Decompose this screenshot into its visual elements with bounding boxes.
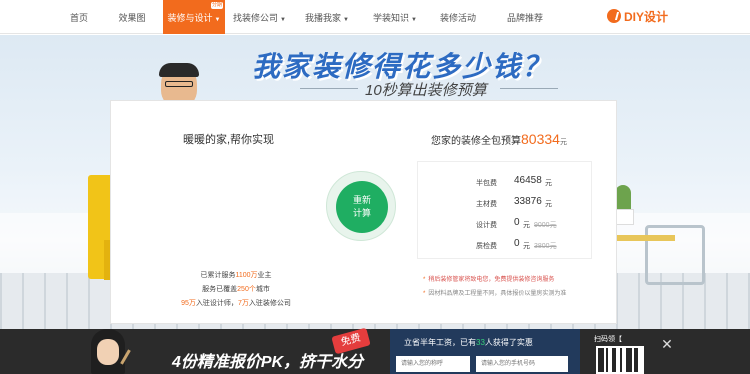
stat-text: 入驻装修公司 [248, 300, 291, 307]
subtitle-line-right [500, 88, 558, 89]
breakdown-value: 0 [514, 217, 520, 228]
nav-item-brands[interactable]: 品牌推荐 [505, 0, 545, 34]
quote-form: 立省半年工资，已有33人获得了实惠 [390, 329, 580, 374]
qr-label: 扫码领【 [594, 336, 622, 343]
breakdown-label: 质检费 [476, 243, 497, 250]
calculator-left-title: 暖暖的家,帮你实现 [183, 134, 275, 146]
nav-item-label: 找装修公司 [233, 13, 279, 23]
form-title-text: 立省半年工资，已有 [404, 338, 476, 347]
stat-text: 入驻设计师， [195, 300, 238, 307]
budget-calculator-card: 暖暖的家,帮你实现 重新 计算 已累计服务1100万业主 服务已覆盖250个城市… [110, 100, 617, 324]
stat-text: 已累计服务 [200, 272, 236, 279]
nav-item-find-company[interactable]: 找装修公司 ▼ [232, 0, 287, 34]
total-budget: 您家的装修全包预算80334元 [431, 131, 567, 147]
nav-item-knowledge[interactable]: 学装知识 ▼ [370, 0, 420, 34]
qr-code [596, 346, 644, 374]
form-title-count: 33 [476, 338, 485, 347]
breakdown-unit: 元 [523, 243, 530, 250]
nav-item-home[interactable]: 首页 [62, 0, 96, 34]
recalculate-label-line2: 计算 [352, 208, 371, 218]
total-budget-label: 您家的装修全包预算 [431, 136, 521, 147]
stat-served-users: 已累计服务1100万业主 [111, 270, 361, 280]
breakdown-unit: 元 [523, 222, 530, 229]
nav-item-label: 品牌推荐 [506, 13, 543, 23]
recalculate-label-line1: 重新 [352, 195, 371, 205]
form-title-text: 人获得了实惠 [484, 338, 533, 347]
note-text: 因材料品牌及工程量不同，具体报价以量房实测为准 [428, 291, 567, 297]
bullet-icon: * [423, 291, 426, 297]
diy-logo-icon [607, 9, 621, 23]
table-illustration [615, 235, 675, 241]
nav-item-label: 首页 [69, 13, 88, 23]
subtitle-line-left [300, 88, 358, 89]
stat-highlight: 7万 [237, 300, 249, 307]
breakdown-label: 半包费 [476, 180, 497, 187]
bullet-icon: * [423, 277, 426, 283]
hero-banner: 我家装修得花多少钱？ 10秒算出装修预算 暖暖的家,帮你实现 重新 计算 已累计… [0, 35, 750, 329]
face-shape [97, 339, 119, 365]
chevron-down-icon: ▼ [343, 17, 349, 23]
total-budget-unit: 元 [559, 139, 567, 146]
diy-label: DIY设计 [624, 10, 669, 24]
breakdown-row-design: 设计费 0 元 9000元 [418, 214, 593, 234]
nav-item-label: 效果图 [118, 13, 146, 23]
nav-item-gallery[interactable]: 效果图 [112, 0, 152, 34]
breakdown-row-inspection: 质检费 0 元 3800元 [418, 235, 593, 255]
chevron-down-icon: ▼ [411, 17, 417, 23]
nav-badge: 分期 [210, 2, 223, 9]
total-budget-value: 80334 [521, 131, 560, 147]
close-icon[interactable]: ✕ [660, 337, 674, 351]
pricing-note: * 因材料品牌及工程量不同，具体报价以量房实测为准 [423, 288, 566, 297]
breakdown-row-half-package: 半包费 46458 元 [418, 172, 593, 192]
breakdown-value: 0 [514, 238, 520, 249]
nav-item-my-home[interactable]: 我播我家 ▼ [302, 0, 352, 34]
phone-input[interactable] [476, 356, 568, 372]
breakdown-original-price: 3800元 [534, 243, 557, 250]
stat-cities: 服务已覆盖250个城市 [111, 284, 361, 294]
nav-item-decoration-design[interactable]: 装修与设计 ▼ 分期 [163, 0, 225, 34]
stat-highlight: 95万 [181, 300, 196, 307]
cactus-illustration [615, 185, 631, 211]
chevron-down-icon: ▼ [214, 17, 221, 23]
stat-highlight: 1100万 [235, 272, 258, 279]
hero-subtitle: 10秒算出装修预算 [365, 82, 487, 99]
nav-item-label: 装修与设计 [167, 13, 213, 23]
breakdown-unit: 元 [545, 201, 552, 208]
breakdown-label: 设计费 [476, 222, 497, 229]
stat-designers: 95万入驻设计师，7万入驻装修公司 [111, 298, 361, 308]
nav-item-label: 我播我家 [305, 13, 342, 23]
stat-highlight: 250个 [237, 286, 256, 293]
breakdown-row-materials: 主材费 33876 元 [418, 193, 593, 213]
top-navigation: 首页 效果图 装修与设计 ▼ 分期 找装修公司 ▼ 我播我家 ▼ 学装知识 ▼ 装修活动 … [0, 0, 750, 34]
name-input[interactable] [396, 356, 470, 372]
quote-form-title: 立省半年工资，已有33人获得了实惠 [404, 337, 533, 348]
nav-item-label: 装修活动 [439, 13, 476, 23]
breakdown-value: 33876 [514, 196, 542, 207]
hair-shape [159, 63, 199, 77]
breakdown-original-price: 9000元 [534, 222, 557, 229]
budget-breakdown: 半包费 46458 元 主材费 33876 元 设计费 0 元 9000元 质检费 0 元 3800… [417, 161, 592, 259]
breakdown-value: 46458 [514, 175, 542, 186]
nav-item-activities[interactable]: 装修活动 [438, 0, 478, 34]
breakdown-label: 主材费 [476, 201, 497, 208]
chair-illustration [645, 225, 705, 285]
recalculate-button[interactable]: 重新 计算 [326, 171, 396, 241]
callback-note: * 稍后装修管家将致电您，免费提供装修咨询服务 [423, 274, 554, 283]
bottom-ad-bar: 4份精准报价PK，挤干水分 免费 立省半年工资，已有33人获得了实惠 扫码领【 … [0, 327, 750, 374]
chevron-down-icon: ▼ [280, 17, 286, 23]
stat-text: 业主 [257, 272, 272, 279]
nav-item-label: 学装知识 [373, 13, 410, 23]
stat-text: 服务已覆盖 [202, 286, 238, 293]
breakdown-unit: 元 [545, 180, 552, 187]
diy-design-link[interactable]: DIY设计 [607, 8, 668, 26]
glasses-shape [165, 81, 193, 87]
recalculate-button-inner[interactable]: 重新 计算 [336, 181, 388, 233]
stat-text: 城市 [255, 286, 270, 293]
qr-code-pattern [598, 348, 642, 372]
note-text: 稍后装修管家将致电您，免费提供装修咨询服务 [428, 277, 555, 283]
